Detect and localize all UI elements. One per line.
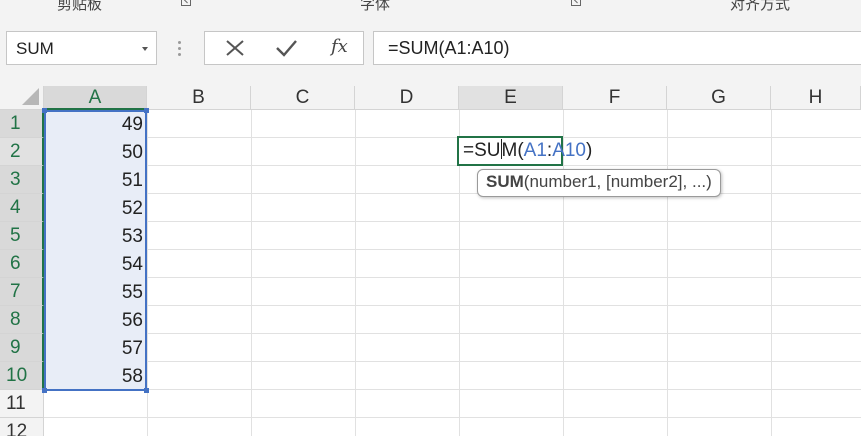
formula-buttons: fx: [204, 31, 364, 65]
name-box-value: SUM: [16, 39, 54, 58]
select-all-icon: [22, 88, 39, 105]
gridline: [44, 277, 861, 278]
ribbon-group-labels: 剪贴板 字体 对齐方式: [0, 0, 861, 15]
ribbon-group-alignment: 对齐方式: [730, 0, 791, 13]
gridline: [44, 221, 861, 222]
edit-prefix: =SU: [463, 140, 501, 161]
cell-a2[interactable]: 50: [46, 142, 143, 164]
cell-a9[interactable]: 57: [46, 338, 143, 360]
row-header-11[interactable]: 11: [0, 390, 44, 418]
row-header-5[interactable]: 5: [0, 222, 44, 250]
clipboard-launcher-icon[interactable]: [181, 0, 191, 6]
row-header-4[interactable]: 4: [0, 194, 44, 222]
column-header-c[interactable]: C: [251, 86, 355, 110]
row-header-2[interactable]: 2: [0, 138, 44, 166]
gridline: [44, 361, 861, 362]
gridline: [44, 305, 861, 306]
row-header-12[interactable]: 12: [0, 418, 44, 436]
worksheet-grid[interactable]: A B C D E F G H 1 2 3 4 5 6 7 8 9 10 11 …: [0, 86, 861, 436]
name-box[interactable]: SUM: [6, 31, 157, 65]
cell-a6[interactable]: 54: [46, 254, 143, 276]
cell-a3[interactable]: 51: [46, 170, 143, 192]
range-handle[interactable]: [144, 388, 149, 393]
column-header-e[interactable]: E: [459, 86, 563, 110]
enter-button[interactable]: [263, 32, 307, 64]
tooltip-function-name[interactable]: SUM: [486, 172, 524, 191]
function-tooltip[interactable]: SUM(number1, [number2], ...): [477, 169, 721, 197]
column-header-h[interactable]: H: [771, 86, 861, 110]
gridline: [251, 110, 252, 436]
function-icon: fx: [331, 36, 348, 57]
cell-a4[interactable]: 52: [46, 198, 143, 220]
gridline: [44, 417, 861, 418]
gridline: [667, 110, 668, 436]
row-header-9[interactable]: 9: [0, 334, 44, 362]
cell-edit-text[interactable]: =SUM(A1:A10): [463, 139, 592, 162]
row-header-1[interactable]: 1: [0, 110, 44, 138]
column-header-b[interactable]: B: [147, 86, 251, 110]
edit-suffix: M(: [501, 140, 524, 161]
drag-handle-icon[interactable]: [178, 41, 181, 56]
row-header-10[interactable]: 10: [0, 362, 44, 390]
gridline: [44, 193, 861, 194]
range-handle[interactable]: [42, 388, 47, 393]
column-header-f[interactable]: F: [563, 86, 667, 110]
range-handle[interactable]: [144, 108, 149, 113]
font-launcher-icon[interactable]: [571, 0, 581, 6]
row-header-6[interactable]: 6: [0, 250, 44, 278]
gridline: [355, 110, 356, 436]
row-header-3[interactable]: 3: [0, 166, 44, 194]
cell-a7[interactable]: 55: [46, 282, 143, 304]
cell-a1[interactable]: 49: [46, 114, 143, 136]
edit-close: ): [586, 140, 593, 161]
column-header-g[interactable]: G: [667, 86, 771, 110]
edit-ref-start: A1: [523, 140, 547, 161]
insert-function-button[interactable]: fx: [317, 32, 361, 64]
formula-input[interactable]: =SUM(A1:A10): [373, 31, 861, 65]
gridline: [44, 389, 861, 390]
ribbon-group-clipboard: 剪贴板: [57, 0, 103, 13]
range-handle[interactable]: [42, 108, 47, 113]
column-header-d[interactable]: D: [355, 86, 459, 110]
row-header-8[interactable]: 8: [0, 306, 44, 334]
gridline: [44, 137, 861, 138]
chevron-down-icon[interactable]: [142, 47, 148, 51]
cell-a8[interactable]: 56: [46, 310, 143, 332]
formula-bar: SUM fx =SUM(A1:A10): [0, 14, 861, 86]
cell-a10[interactable]: 58: [46, 366, 143, 388]
formula-text: =SUM(A1:A10): [388, 38, 510, 58]
cancel-button[interactable]: [210, 32, 254, 64]
cell-a5[interactable]: 53: [46, 226, 143, 248]
close-icon: [226, 40, 244, 56]
column-header-a[interactable]: A: [44, 86, 147, 110]
row-header-7[interactable]: 7: [0, 278, 44, 306]
edit-ref-end: A10: [552, 140, 586, 161]
tooltip-args: (number1, [number2], ...): [523, 172, 712, 191]
gridline: [771, 110, 772, 436]
select-all-button[interactable]: [0, 86, 44, 110]
ribbon-group-font: 字体: [360, 0, 391, 13]
gridline: [44, 165, 861, 166]
gridline: [44, 333, 861, 334]
check-icon: [276, 40, 297, 57]
gridline: [44, 249, 861, 250]
